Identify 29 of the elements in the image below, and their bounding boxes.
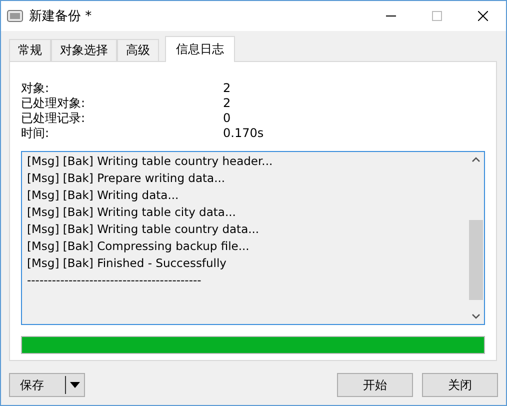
stat-label: 时间: (21, 126, 50, 141)
close-dialog-button[interactable]: 关闭 (422, 373, 498, 397)
log-box[interactable] (21, 151, 485, 325)
window-title: 新建备份 * (29, 8, 93, 25)
log-line: [Msg] [Bak] Writing data... (27, 187, 180, 204)
save-button[interactable]: 保存 (9, 373, 85, 397)
log-line: [Msg] [Bak] Compressing backup file... (27, 238, 250, 255)
stat-value: 0 (223, 111, 232, 126)
stat-value: 2 (223, 81, 232, 96)
log-line: [Msg] [Bak] Writing table country data... (27, 221, 260, 238)
tab[interactable]: 信息日志 (165, 36, 235, 62)
log-line: [Msg] [Bak] Writing table country header... (27, 153, 274, 170)
app-icon (7, 10, 23, 22)
log-line: ------------------------------------------ (27, 272, 202, 289)
log-line: [Msg] [Bak] Finished - Successfully (27, 255, 228, 272)
scrollbar-thumb[interactable] (469, 220, 483, 300)
stat-label: 已处理对象: (21, 96, 86, 111)
close-icon[interactable] (478, 11, 488, 21)
stat-value: 0.170s (223, 126, 265, 141)
start-button[interactable]: 开始 (337, 373, 413, 397)
tab[interactable]: 常规 (9, 39, 51, 61)
log-line: [Msg] [Bak] Writing table city data... (27, 204, 237, 221)
stat-label: 已处理记录: (21, 111, 86, 126)
tab[interactable]: 对象选择 (51, 39, 117, 61)
log-line: [Msg] [Bak] Prepare writing data... (27, 170, 226, 187)
stat-value: 2 (223, 96, 232, 111)
tab[interactable]: 高级 (117, 39, 159, 61)
stat-label: 对象: (21, 81, 50, 96)
caret-icon[interactable] (69, 381, 81, 389)
